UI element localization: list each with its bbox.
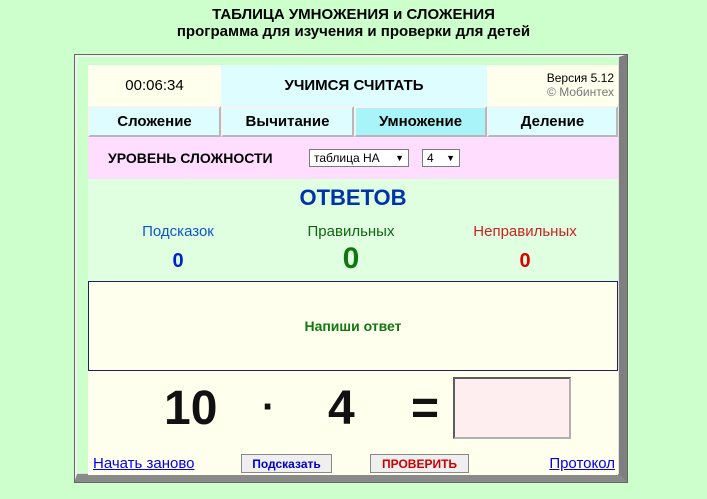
check-button[interactable]: ПРОВЕРИТЬ bbox=[370, 454, 469, 473]
timer: 00:06:34 bbox=[88, 65, 221, 106]
mode-select-value: таблица НА bbox=[314, 151, 380, 165]
message-text: Напиши ответ bbox=[304, 318, 402, 334]
hints-value: 0 bbox=[172, 250, 184, 272]
protocol-link[interactable]: Протокол bbox=[549, 455, 615, 472]
operand-a: 10 bbox=[164, 382, 218, 435]
app-title: УЧИМСЯ СЧИТАТЬ bbox=[221, 65, 487, 106]
copyright-label: © Мобинтех bbox=[547, 85, 614, 99]
number-select-value: 4 bbox=[427, 151, 434, 165]
equation-row: 10 · 4 = bbox=[88, 371, 618, 445]
restart-link[interactable]: Начать заново bbox=[93, 455, 195, 472]
correct-stat: Правильных 0 bbox=[291, 223, 411, 276]
operand-b: 4 bbox=[328, 382, 355, 435]
top-row: 00:06:34 УЧИМСЯ СЧИТАТЬ Версия 5.12 © Мо… bbox=[88, 65, 618, 106]
wrong-label: Неправильных bbox=[473, 223, 577, 240]
mode-select[interactable]: таблица НА ▼ bbox=[309, 149, 409, 167]
answer-input[interactable] bbox=[453, 377, 571, 439]
message-box: Напиши ответ bbox=[88, 281, 618, 371]
wrong-value: 0 bbox=[519, 250, 531, 272]
version-info: Версия 5.12 © Мобинтех bbox=[487, 65, 618, 106]
number-select[interactable]: 4 ▼ bbox=[422, 149, 460, 167]
operation-tabs: Сложение Вычитание Умножение Деление bbox=[88, 106, 618, 137]
difficulty-label: УРОВЕНЬ СЛОЖНОСТИ bbox=[108, 150, 273, 166]
wrong-stat: Неправильных 0 bbox=[460, 223, 590, 273]
operator-sign: · bbox=[262, 385, 276, 429]
tab-addition[interactable]: Сложение bbox=[88, 106, 221, 137]
page-title: ТАБЛИЦА УМНОЖЕНИЯ и СЛОЖЕНИЯ bbox=[212, 6, 495, 23]
tab-subtraction[interactable]: Вычитание bbox=[221, 106, 354, 137]
difficulty-row: УРОВЕНЬ СЛОЖНОСТИ таблица НА ▼ 4 ▼ bbox=[88, 137, 618, 179]
tab-division[interactable]: Деление bbox=[487, 106, 618, 137]
hints-stat: Подсказок 0 bbox=[118, 223, 238, 273]
hints-label: Подсказок bbox=[142, 223, 214, 240]
correct-value: 0 bbox=[342, 242, 360, 275]
chevron-down-icon: ▼ bbox=[446, 153, 455, 163]
bottom-row: Начать заново Подсказать ПРОВЕРИТЬ Прото… bbox=[88, 445, 618, 475]
app-frame: 00:06:34 УЧИМСЯ СЧИТАТЬ Версия 5.12 © Мо… bbox=[74, 54, 628, 483]
hint-button[interactable]: Подсказать bbox=[241, 454, 332, 473]
page-subtitle: программа для изучения и проверки для де… bbox=[176, 23, 531, 40]
version-label: Версия 5.12 bbox=[546, 71, 614, 85]
equals-sign: = bbox=[411, 382, 440, 435]
answers-panel: ОТВЕТОВ Подсказок 0 Правильных 0 Неправи… bbox=[88, 179, 618, 281]
tab-multiplication[interactable]: Умножение bbox=[354, 106, 487, 137]
chevron-down-icon: ▼ bbox=[395, 153, 404, 163]
correct-label: Правильных bbox=[307, 223, 395, 240]
answers-title: ОТВЕТОВ bbox=[299, 185, 407, 210]
